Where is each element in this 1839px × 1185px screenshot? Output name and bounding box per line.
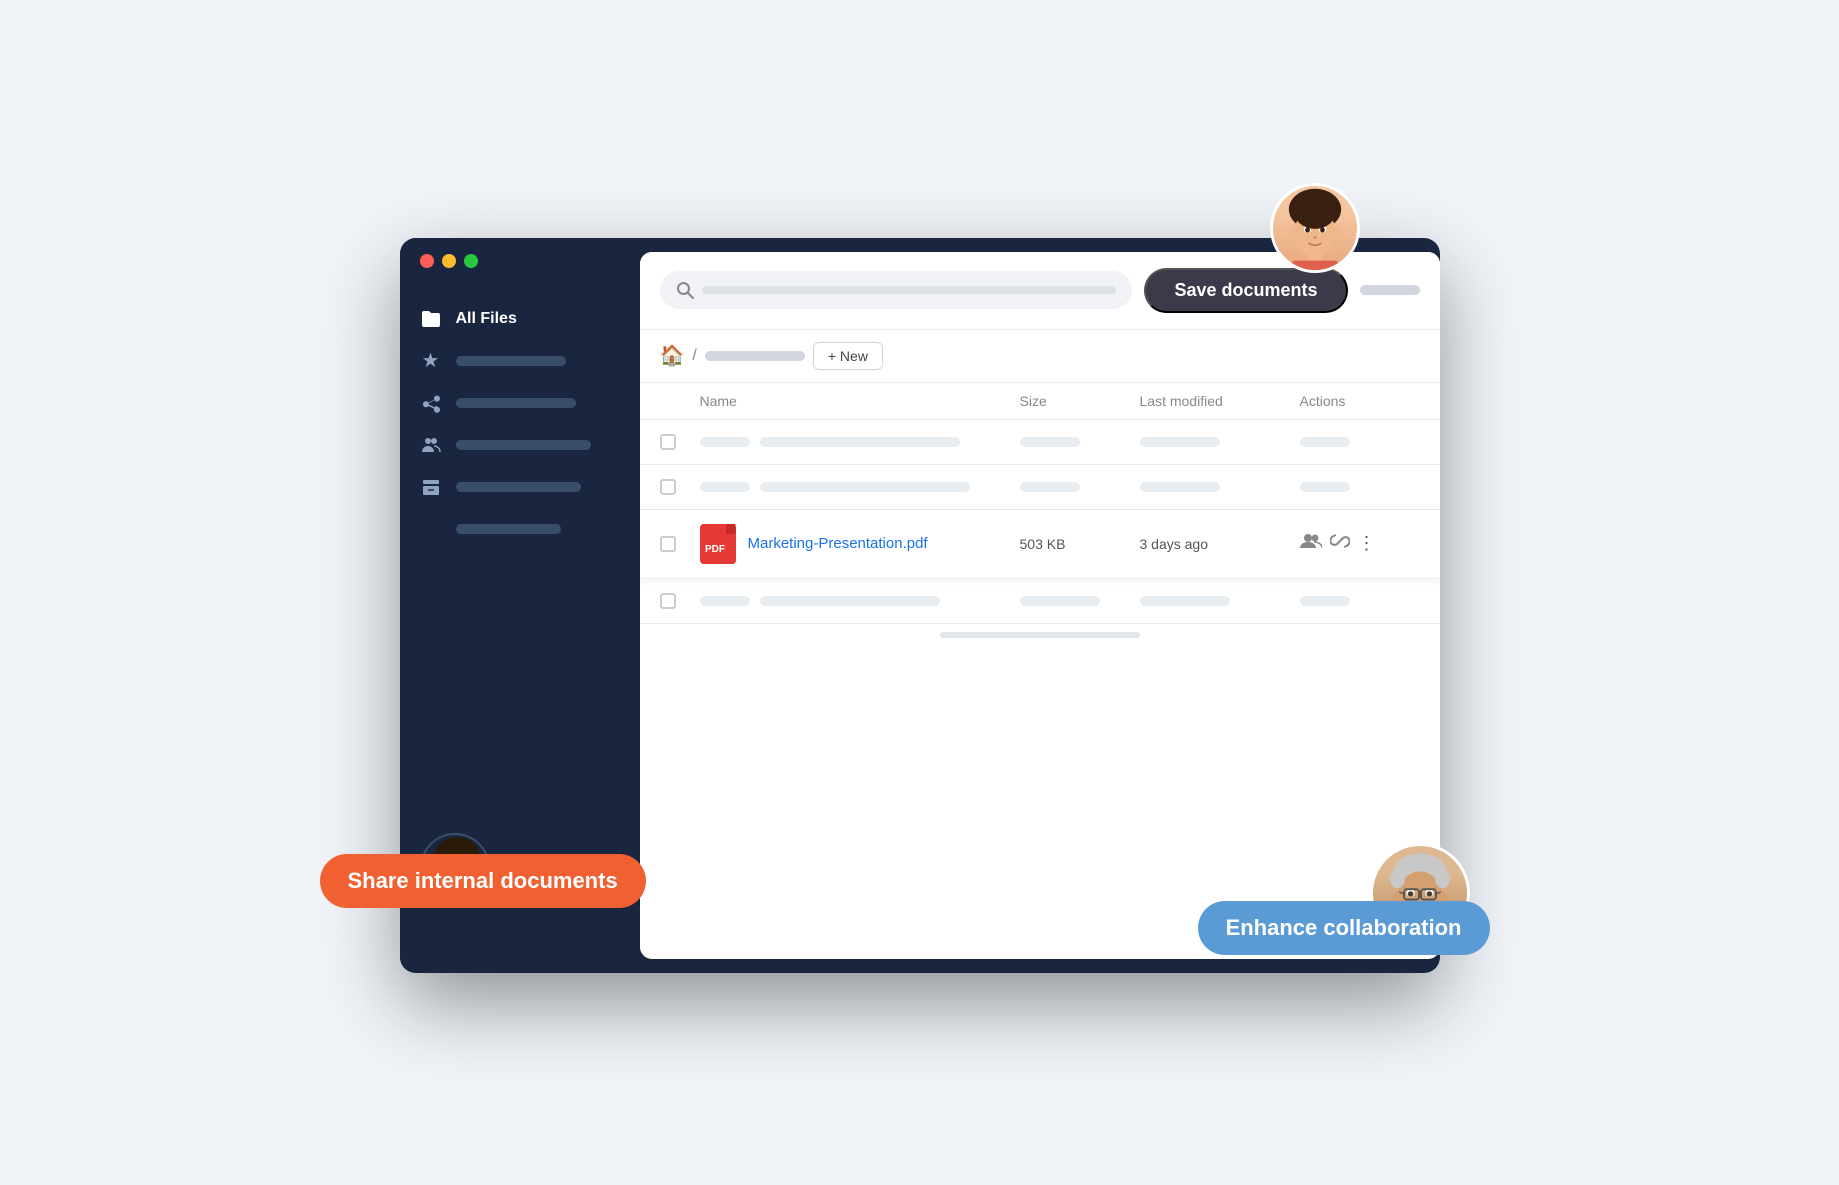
- file-list-header: Name Size Last modified Actions: [640, 383, 1440, 420]
- pdf-icon: PDF: [700, 524, 736, 564]
- col-actions: Actions: [1300, 393, 1420, 409]
- scene: All Files ★: [320, 183, 1520, 1003]
- sidebar-label-bar: [456, 440, 591, 450]
- star-icon: ★: [420, 350, 442, 372]
- sidebar-item-archive[interactable]: [400, 466, 640, 508]
- svg-text:PDF: PDF: [705, 544, 725, 555]
- file-size: 503 KB: [1020, 536, 1140, 552]
- extra-icon: [420, 518, 442, 540]
- row-checkbox[interactable]: [660, 593, 676, 609]
- file-name: Marketing-Presentation.pdf: [748, 535, 928, 552]
- file-date: 3 days ago: [1140, 536, 1300, 552]
- row-icon-placeholder: [700, 596, 750, 606]
- share-internal-documents-label: Share internal documents: [320, 854, 646, 908]
- row-action-placeholder: [1300, 482, 1350, 492]
- row-checkbox[interactable]: [660, 536, 676, 552]
- row-name-placeholder: [760, 596, 940, 606]
- row-date-placeholder: [1140, 437, 1220, 447]
- share-icon: [420, 392, 442, 414]
- breadcrumb-bar: 🏠 / + New: [640, 330, 1440, 383]
- folder-icon: [420, 308, 442, 330]
- minimize-button[interactable]: [442, 254, 456, 268]
- sidebar-item-all-files[interactable]: All Files: [400, 298, 640, 340]
- col-name: Name: [700, 393, 1020, 409]
- breadcrumb-item: [705, 351, 805, 361]
- row-action-placeholder: [1300, 596, 1350, 606]
- enhance-collaboration-label: Enhance collaboration: [1198, 901, 1490, 955]
- row-size-placeholder: [1020, 482, 1080, 492]
- row-name-placeholder: [760, 437, 960, 447]
- sidebar-item-shared-alt[interactable]: [400, 424, 640, 466]
- traffic-lights: [420, 254, 478, 268]
- maximize-button[interactable]: [464, 254, 478, 268]
- row-icon-placeholder: [700, 437, 750, 447]
- row-date-placeholder: [1140, 596, 1230, 606]
- row-date-placeholder: [1140, 482, 1220, 492]
- link-icon[interactable]: [1330, 531, 1350, 556]
- row-size-placeholder: [1020, 437, 1080, 447]
- archive-icon: [420, 476, 442, 498]
- row-checkbox[interactable]: [660, 434, 676, 450]
- toolbar-slider[interactable]: [1360, 285, 1420, 295]
- users-icon: [420, 434, 442, 456]
- breadcrumb-separator: /: [692, 347, 696, 365]
- avatar-young-woman-face: [1273, 186, 1357, 270]
- search-input-placeholder: [702, 286, 1117, 294]
- row-icon-placeholder: [700, 482, 750, 492]
- sidebar-label-bar: [456, 482, 581, 492]
- search-icon: [676, 281, 694, 299]
- sidebar-item-shared[interactable]: [400, 382, 640, 424]
- all-files-label: All Files: [456, 310, 517, 328]
- home-icon[interactable]: 🏠: [660, 343, 685, 368]
- avatar-top-right: [1270, 183, 1360, 273]
- sidebar-item-extra[interactable]: [400, 508, 640, 550]
- more-options-icon[interactable]: ⋮: [1358, 533, 1376, 554]
- file-list: Name Size Last modified Actions: [640, 383, 1440, 959]
- main-content: Save documents 🏠 / + New Name Size: [640, 252, 1440, 959]
- file-actions: ⋮: [1300, 531, 1420, 556]
- table-row: [640, 420, 1440, 465]
- col-size: Size: [1020, 393, 1140, 409]
- row-checkbox[interactable]: [660, 479, 676, 495]
- scrollbar-track[interactable]: [940, 632, 1140, 638]
- sidebar-label-bar: [456, 356, 566, 366]
- sidebar-item-starred[interactable]: ★: [400, 340, 640, 382]
- new-button[interactable]: + New: [813, 342, 883, 370]
- col-last-modified: Last modified: [1140, 393, 1300, 409]
- table-row: [640, 465, 1440, 510]
- close-button[interactable]: [420, 254, 434, 268]
- new-button-label: + New: [828, 348, 868, 364]
- sidebar-label-bar: [456, 398, 576, 408]
- save-documents-button[interactable]: Save documents: [1144, 268, 1347, 313]
- sidebar-label-bar: [456, 524, 561, 534]
- row-name-placeholder: [760, 482, 970, 492]
- row-action-placeholder: [1300, 437, 1350, 447]
- scrollbar-area: [640, 624, 1440, 646]
- file-row-marketing-pdf[interactable]: PDF Marketing-Presentation.pdf 503 KB 3 …: [640, 510, 1440, 579]
- table-row: [640, 579, 1440, 624]
- share-users-icon[interactable]: [1300, 532, 1322, 555]
- search-bar[interactable]: [660, 271, 1133, 309]
- row-size-placeholder: [1020, 596, 1100, 606]
